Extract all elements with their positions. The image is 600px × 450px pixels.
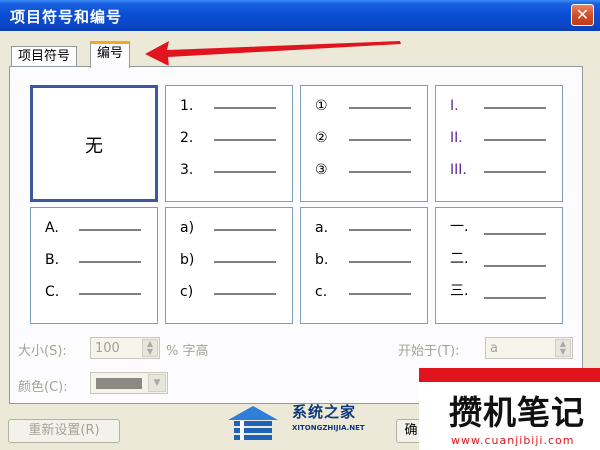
list-marker: I. xyxy=(450,98,459,114)
start-at-label: 开始于(T): xyxy=(398,344,460,359)
style-circled[interactable]: ① ② ③ xyxy=(300,85,428,202)
tab-bullets-label: 项目符号 xyxy=(18,49,71,64)
list-marker: III. xyxy=(450,162,467,178)
chevron-down-icon[interactable]: ▼ xyxy=(148,374,166,392)
watermark-right-url: www.cuanjibiji.com xyxy=(451,434,575,447)
start-at-value: a xyxy=(490,341,498,356)
size-input[interactable]: 100 ▲ ▼ xyxy=(90,337,160,359)
list-marker: c. xyxy=(315,284,328,300)
list-marker: 三. xyxy=(450,283,469,299)
watermark-red-bar xyxy=(419,368,600,382)
style-lower-alpha-dot[interactable]: a. b. c. xyxy=(300,207,428,324)
arrow-annotation-icon xyxy=(145,41,401,65)
window-title: 项目符号和编号 xyxy=(10,8,123,26)
list-marker: a) xyxy=(180,220,195,236)
list-marker: 一. xyxy=(450,219,469,235)
style-chinese[interactable]: 一. 二. 三. xyxy=(435,207,563,324)
list-marker: 3. xyxy=(180,162,194,178)
xitongzhijia-logo-icon xyxy=(228,406,278,440)
color-swatch xyxy=(96,378,142,389)
style-none-label: 无 xyxy=(85,136,103,157)
tab-bullets[interactable]: 项目符号 xyxy=(11,46,78,68)
style-roman[interactable]: I. II. III. xyxy=(435,85,563,202)
style-decimal[interactable]: 1. 2. 3. xyxy=(165,85,293,202)
list-marker: II. xyxy=(450,130,463,146)
close-icon: ✕ xyxy=(575,5,590,24)
list-marker: b. xyxy=(315,252,329,268)
list-marker: ① xyxy=(315,98,328,114)
list-marker: ② xyxy=(315,130,328,146)
style-lower-alpha-paren[interactable]: a) b) c) xyxy=(165,207,293,324)
title-bar: 项目符号和编号 ✕ xyxy=(0,0,600,31)
watermark-left-title: 系统之家 xyxy=(292,403,357,421)
color-label: 颜色(C): xyxy=(18,380,68,395)
list-marker: C. xyxy=(45,284,60,300)
watermark-right-title: 攒机笔记 xyxy=(449,393,585,432)
tab-numbering[interactable]: 编号 xyxy=(90,41,131,68)
list-marker: c) xyxy=(180,284,194,300)
watermark-xitongzhijia: 系统之家 XITONGZHIJIA.NET xyxy=(218,398,402,450)
list-marker: ③ xyxy=(315,162,328,178)
spinner-arrows-icon[interactable]: ▲ ▼ xyxy=(555,339,571,357)
style-none[interactable]: 无 xyxy=(30,85,158,202)
color-picker[interactable]: ▼ xyxy=(90,372,168,394)
size-value: 100 xyxy=(95,341,120,356)
list-marker: b) xyxy=(180,252,195,268)
list-marker: 2. xyxy=(180,130,194,146)
spinner-arrows-icon[interactable]: ▲ ▼ xyxy=(142,339,158,357)
list-marker: A. xyxy=(45,220,59,236)
list-marker: 二. xyxy=(450,251,469,267)
start-at-input[interactable]: a ▲ ▼ xyxy=(485,337,573,359)
style-upper-alpha[interactable]: A. B. C. xyxy=(30,207,158,324)
size-unit-label: % 字高 xyxy=(166,344,209,359)
watermark-left-url: XITONGZHIJIA.NET xyxy=(292,424,365,432)
reset-button[interactable]: 重新设置(R) xyxy=(8,419,120,443)
size-label: 大小(S): xyxy=(18,344,67,359)
tab-numbering-label: 编号 xyxy=(97,46,124,61)
list-marker: B. xyxy=(45,252,60,268)
list-marker: 1. xyxy=(180,98,194,114)
close-button[interactable]: ✕ xyxy=(571,4,594,26)
list-marker: a. xyxy=(315,220,329,236)
watermark-cuanjibiji: 攒机笔记 www.cuanjibiji.com xyxy=(419,368,600,450)
